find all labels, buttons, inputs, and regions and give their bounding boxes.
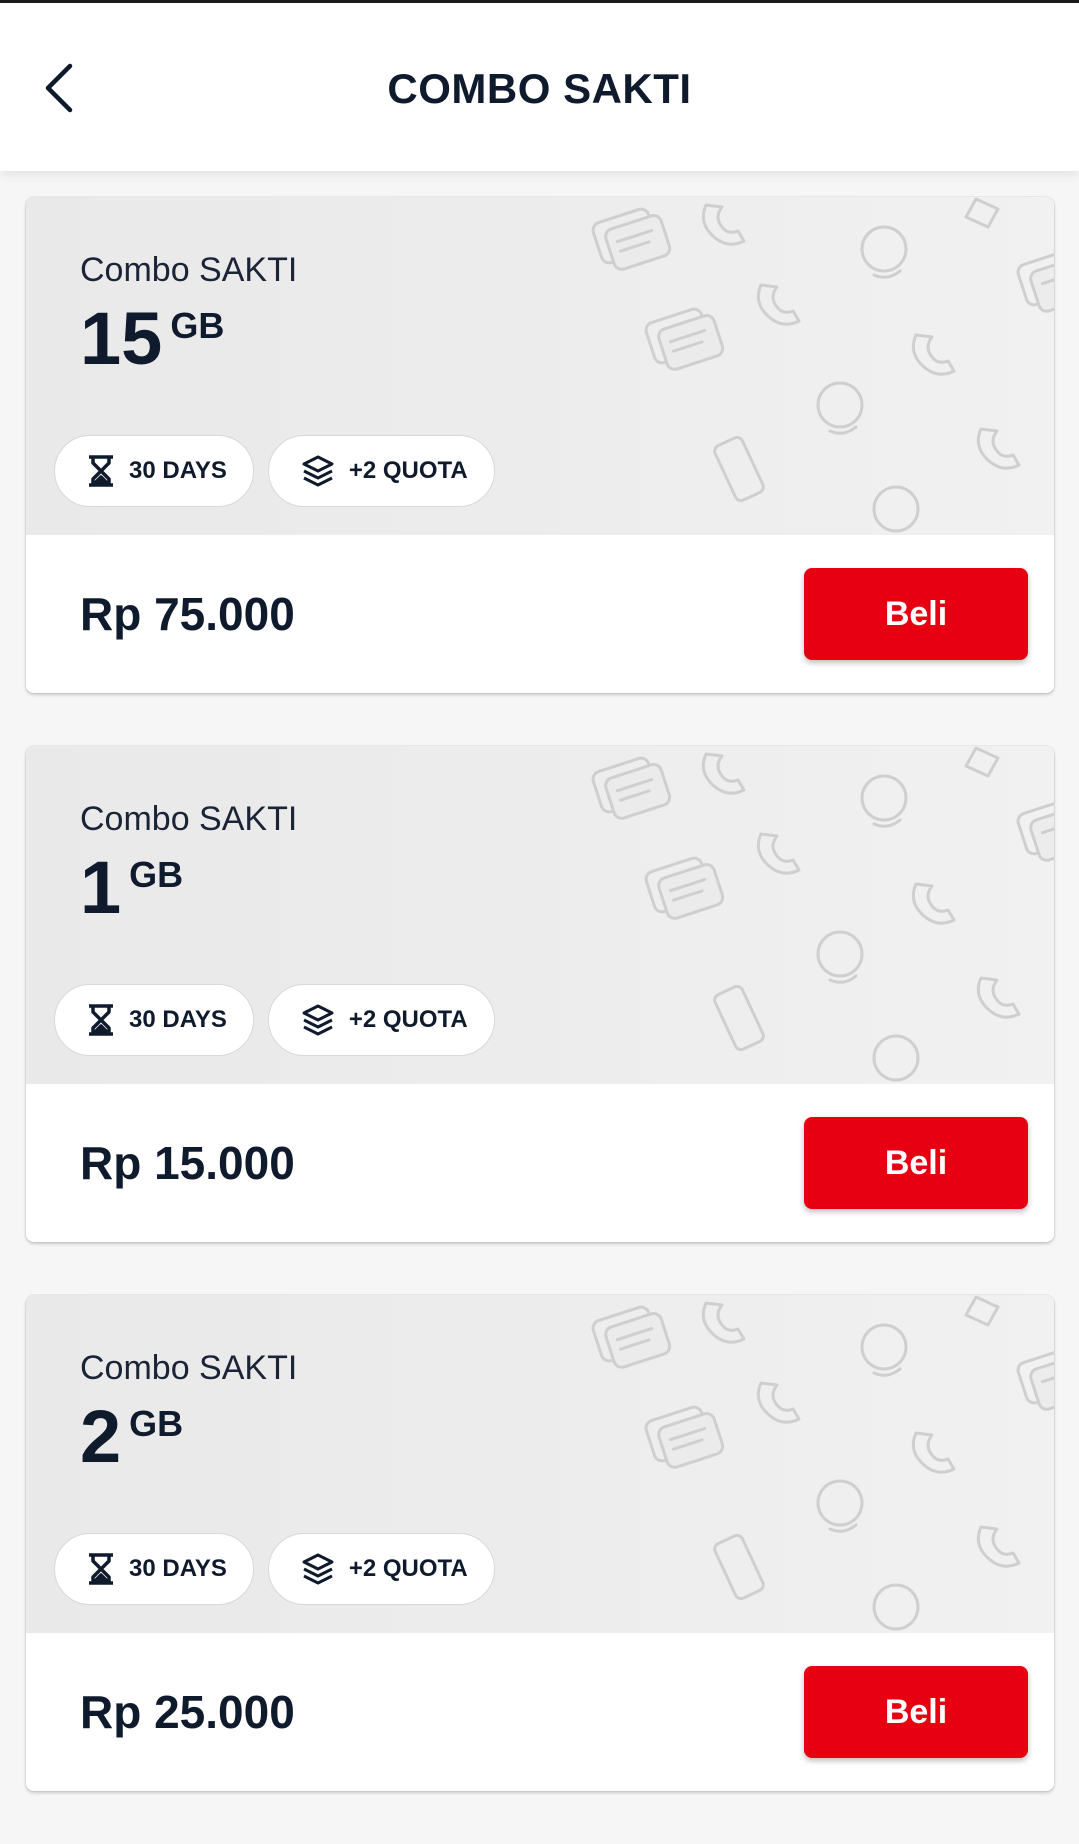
package-card-header: Combo SAKTI 2 GB 30 DAYS +2 QUOTA: [26, 1295, 1054, 1633]
buy-button[interactable]: Beli: [804, 1117, 1028, 1209]
page-title: COMBO SAKTI: [387, 65, 692, 112]
extra-quota-label: +2 QUOTA: [348, 457, 468, 484]
quota-amount: 15: [80, 297, 163, 380]
package-card-footer: Rp 75.000 Beli: [26, 535, 1054, 693]
package-name: Combo SAKTI: [80, 800, 298, 838]
quota-amount: 2: [80, 1395, 122, 1478]
validity-chip: 30 DAYS: [54, 984, 254, 1056]
layers-icon: [302, 455, 334, 487]
package-name: Combo SAKTI: [80, 251, 298, 289]
package-card: Combo SAKTI 1 GB 30 DAYS +2 QUOTA Rp 15.…: [26, 746, 1054, 1242]
quota: 1 GB: [80, 846, 183, 930]
package-card-footer: Rp 15.000 Beli: [26, 1084, 1054, 1242]
package-list: Combo SAKTI 15 GB 30 DAYS +2 QUOTA Rp 75…: [26, 197, 1054, 1844]
package-card-header: Combo SAKTI 1 GB 30 DAYS +2 QUOTA: [26, 746, 1054, 1084]
validity-chip: 30 DAYS: [54, 1533, 254, 1605]
extra-quota-chip: +2 QUOTA: [267, 984, 495, 1056]
package-tags: 30 DAYS +2 QUOTA: [54, 984, 495, 1056]
quota-unit: GB: [170, 305, 225, 346]
quota-amount: 1: [80, 846, 122, 929]
extra-quota-chip: +2 QUOTA: [267, 1533, 495, 1605]
hourglass-icon: [89, 455, 113, 487]
buy-button[interactable]: Beli: [804, 1666, 1028, 1758]
quota: 15 GB: [80, 297, 224, 381]
validity-chip: 30 DAYS: [54, 435, 254, 507]
extra-quota-label: +2 QUOTA: [348, 1555, 468, 1582]
package-tags: 30 DAYS +2 QUOTA: [54, 435, 495, 507]
package-card-footer: Rp 25.000 Beli: [26, 1633, 1054, 1791]
extra-quota-label: +2 QUOTA: [348, 1006, 468, 1033]
package-tags: 30 DAYS +2 QUOTA: [54, 1533, 495, 1605]
validity-label: 30 DAYS: [129, 457, 227, 484]
quota: 2 GB: [80, 1395, 183, 1479]
package-price: Rp 15.000: [80, 1137, 295, 1189]
validity-label: 30 DAYS: [129, 1555, 227, 1582]
package-name: Combo SAKTI: [80, 1349, 298, 1387]
package-price: Rp 25.000: [80, 1686, 295, 1738]
validity-label: 30 DAYS: [129, 1006, 227, 1033]
layers-icon: [302, 1004, 334, 1036]
layers-icon: [302, 1553, 334, 1585]
hourglass-icon: [89, 1553, 113, 1585]
extra-quota-chip: +2 QUOTA: [267, 435, 495, 507]
package-card: Combo SAKTI 2 GB 30 DAYS +2 QUOTA Rp 25.…: [26, 1295, 1054, 1791]
package-card-header: Combo SAKTI 15 GB 30 DAYS +2 QUOTA: [26, 197, 1054, 535]
quota-unit: GB: [129, 1403, 184, 1444]
hourglass-icon: [89, 1004, 113, 1036]
app-header: COMBO SAKTI: [0, 3, 1079, 171]
package-price: Rp 75.000: [80, 588, 295, 640]
package-card: Combo SAKTI 15 GB 30 DAYS +2 QUOTA Rp 75…: [26, 197, 1054, 693]
quota-unit: GB: [129, 854, 184, 895]
buy-button[interactable]: Beli: [804, 568, 1028, 660]
